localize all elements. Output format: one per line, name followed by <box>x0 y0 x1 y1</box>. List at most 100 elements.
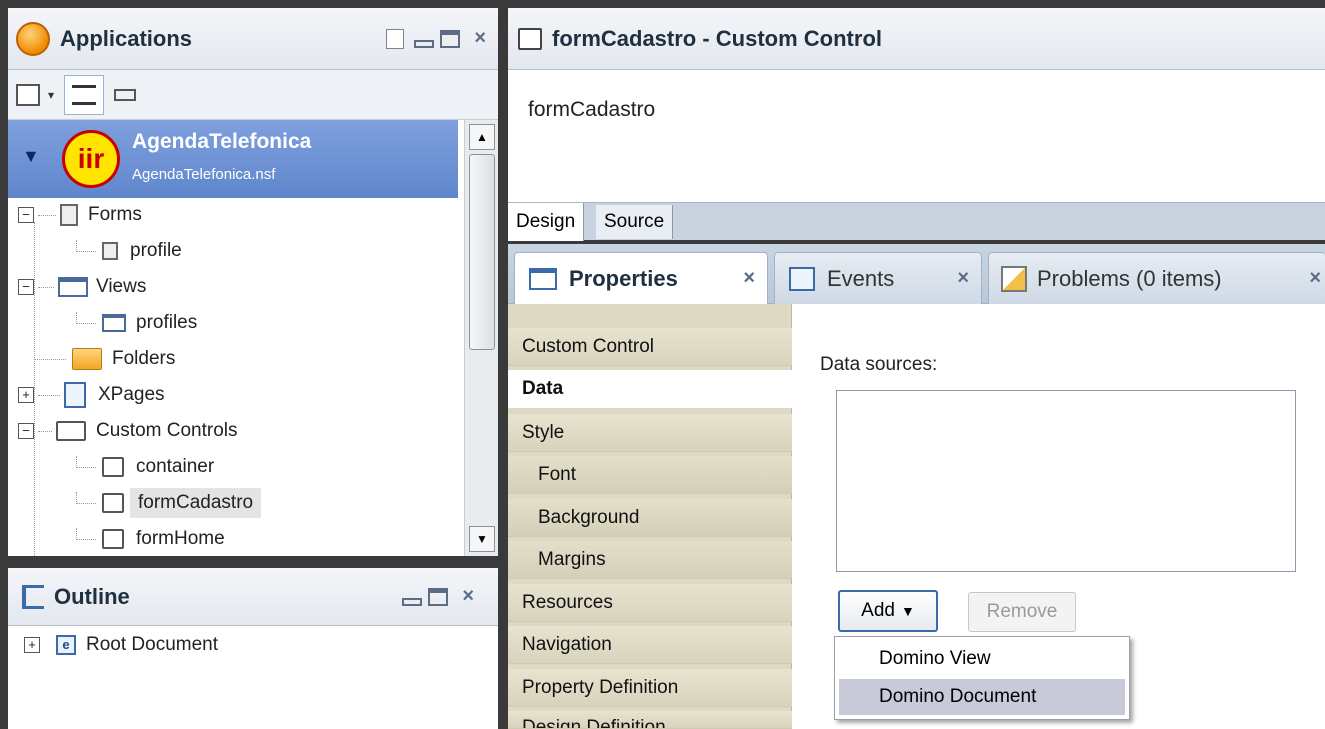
tree-item-container[interactable]: container <box>76 450 214 484</box>
outline-header: Outline × <box>8 568 498 626</box>
category-label: Custom Control <box>522 335 654 357</box>
add-button-label: Add <box>861 600 895 621</box>
close-outline-icon[interactable]: × <box>462 585 474 608</box>
category-label: Property Definition <box>522 676 679 698</box>
app-file: AgendaTelefonica.nsf <box>132 166 276 183</box>
collapse-icon[interactable]: − <box>18 423 34 439</box>
editor-canvas-text[interactable]: formCadastro <box>528 98 655 122</box>
outline-panel: Outline × + e Root Document <box>8 568 498 729</box>
tree-item-profile[interactable]: profile <box>76 234 182 268</box>
category-margins[interactable]: Margins <box>508 541 792 579</box>
tree-item-forms[interactable]: − Forms <box>18 198 142 232</box>
tree-scrollbar[interactable]: ▲ ▼ <box>464 120 498 556</box>
scroll-thumb[interactable] <box>469 154 495 350</box>
scroll-up-button[interactable]: ▲ <box>469 124 495 150</box>
tree-label-profiles: profiles <box>136 312 198 333</box>
data-sources-label: Data sources: <box>820 354 938 375</box>
category-background[interactable]: Background <box>508 499 792 537</box>
tree-item-formcadastro[interactable]: formCadastro <box>76 486 262 520</box>
tab-design[interactable]: Design <box>508 203 585 241</box>
editor-panel: formCadastro - Custom Control formCadast… <box>508 8 1325 241</box>
bottom-tab-bar: Properties × Events × Problems (0 items)… <box>508 244 1325 304</box>
category-style[interactable]: Style <box>508 414 792 452</box>
view-icon <box>58 277 88 297</box>
properties-icon <box>529 267 557 290</box>
expand-icon[interactable]: + <box>24 637 40 653</box>
new-dropdown-icon[interactable]: ▾ <box>48 88 54 102</box>
category-design-definition[interactable]: Design Definition <box>508 711 792 729</box>
remove-button-label: Remove <box>986 601 1058 622</box>
expand-icon[interactable]: + <box>18 387 34 403</box>
category-property-definition[interactable]: Property Definition <box>508 669 792 707</box>
outline-root-document[interactable]: + e Root Document <box>24 628 218 662</box>
custom-control-icon <box>102 529 124 549</box>
category-label: Resources <box>522 591 613 613</box>
document-icon: e <box>56 635 76 655</box>
applications-header: Applications × <box>8 8 498 70</box>
minimize-icon[interactable] <box>402 597 423 606</box>
scroll-down-button[interactable]: ▼ <box>469 526 495 552</box>
applications-toolbar: ▾ <box>8 70 498 120</box>
working-set-icon[interactable] <box>114 88 137 101</box>
category-navigation[interactable]: Navigation <box>508 626 792 664</box>
menu-item-label: Domino View <box>879 648 991 669</box>
property-categories: Custom Control Data Style Font Backgroun… <box>508 304 792 729</box>
tab-events[interactable]: Events × <box>774 252 982 304</box>
category-label: Style <box>522 421 565 443</box>
editor-header: formCadastro - Custom Control <box>508 8 1325 70</box>
form-icon <box>60 204 78 226</box>
menu-item-domino-document[interactable]: Domino Document <box>839 679 1125 715</box>
app-name: AgendaTelefonica <box>132 130 312 153</box>
tree-label-profile: profile <box>130 240 182 261</box>
add-button[interactable]: Add ▼ <box>838 590 938 632</box>
close-problems-icon[interactable]: × <box>1309 267 1321 290</box>
tree-item-profiles[interactable]: profiles <box>76 306 197 340</box>
custom-control-icon <box>56 421 86 441</box>
tree-label-custom-controls: Custom Controls <box>96 420 238 441</box>
new-app-icon[interactable] <box>16 83 40 106</box>
category-custom-control[interactable]: Custom Control <box>508 328 792 366</box>
collapse-all-icon[interactable] <box>386 28 405 49</box>
applications-title: Applications <box>60 25 193 51</box>
tab-problems-label: Problems (0 items) <box>1037 265 1222 291</box>
collapse-icon[interactable]: − <box>18 207 34 223</box>
minimize-icon[interactable] <box>414 39 435 48</box>
tree-item-xpages[interactable]: + XPages <box>18 378 165 412</box>
expand-arrow-icon[interactable]: ▼ <box>22 146 40 167</box>
category-resources[interactable]: Resources <box>508 584 792 622</box>
outline-title: Outline <box>54 583 130 609</box>
tree-item-folders[interactable]: Folders <box>34 342 175 376</box>
tree-label-folders: Folders <box>112 348 176 369</box>
tree-item-formhome[interactable]: formHome <box>76 522 225 556</box>
view-icon <box>102 314 126 332</box>
tab-properties[interactable]: Properties × <box>514 252 768 304</box>
dropdown-arrow-icon: ▼ <box>900 603 915 619</box>
category-label: Background <box>538 506 640 528</box>
app-row-agendatelefonica[interactable]: ▼ iir AgendaTelefonica AgendaTelefonica.… <box>8 120 458 198</box>
custom-control-icon <box>518 27 542 50</box>
tree-item-custom-controls[interactable]: − Custom Controls <box>18 414 238 448</box>
close-events-icon[interactable]: × <box>957 267 969 290</box>
filter-toggle-icon[interactable] <box>64 74 105 115</box>
remove-button[interactable]: Remove <box>968 592 1076 632</box>
menu-item-domino-view[interactable]: Domino View <box>839 641 1125 677</box>
maximize-icon[interactable] <box>440 29 461 48</box>
tab-source[interactable]: Source <box>596 205 674 239</box>
outline-root-label: Root Document <box>86 634 219 655</box>
category-label: Data <box>522 377 564 399</box>
tree-item-views[interactable]: − Views <box>18 270 146 304</box>
maximize-icon[interactable] <box>428 587 449 606</box>
category-font[interactable]: Font <box>508 456 792 494</box>
collapse-icon[interactable]: − <box>18 279 34 295</box>
applications-icon <box>16 21 50 56</box>
folder-icon <box>72 348 102 370</box>
data-sources-list[interactable] <box>836 390 1296 572</box>
editor-tab-bar: Design Source <box>508 202 1325 241</box>
tab-problems[interactable]: Problems (0 items) × <box>988 252 1325 304</box>
close-properties-icon[interactable]: × <box>743 267 755 290</box>
close-applications-icon[interactable]: × <box>474 27 486 50</box>
category-data[interactable]: Data <box>508 370 792 408</box>
custom-control-icon <box>102 493 124 513</box>
category-label: Margins <box>538 548 606 570</box>
add-dropdown-menu: Domino View Domino Document <box>834 636 1130 720</box>
